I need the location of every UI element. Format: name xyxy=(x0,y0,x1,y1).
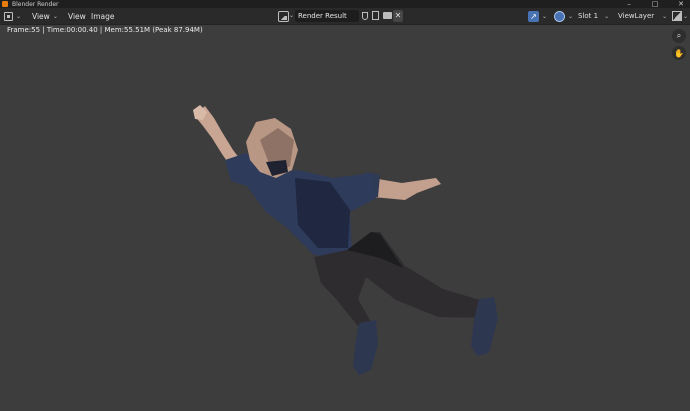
view-mode-dropdown[interactable]: View ⌄ xyxy=(32,10,62,22)
unlink-image-button[interactable]: ✕ xyxy=(393,10,403,22)
chevron-down-icon: ⌄ xyxy=(16,12,22,20)
render-slot-label: Slot 1 xyxy=(578,12,599,20)
chevron-down-icon: ⌄ xyxy=(289,12,295,19)
blender-logo-icon xyxy=(2,1,8,7)
menu-image[interactable]: Image xyxy=(91,10,115,22)
window-titlebar: Blender Render – □ ✕ xyxy=(0,0,690,8)
alpha-display-icon xyxy=(672,11,682,21)
menu-image-label: Image xyxy=(91,11,115,21)
editor-type-selector[interactable]: ⌄ xyxy=(4,10,30,22)
image-name-field[interactable]: Render Result xyxy=(295,10,359,22)
pan-hand-icon: ✋ xyxy=(674,48,684,58)
window-title: Blender Render xyxy=(12,0,59,8)
image-datablock-selector: ⌄ Render Result ✕ xyxy=(278,10,403,22)
image-editor-header: ⌄ View ⌄ View Image ⌄ Render Result ✕ ↗ … xyxy=(0,8,690,25)
open-folder-icon[interactable] xyxy=(383,12,392,19)
zoom-view-button[interactable]: ⌕ xyxy=(672,29,686,43)
display-channels-button[interactable]: ↗ ⌄ xyxy=(528,10,550,22)
new-image-icon[interactable] xyxy=(372,11,379,20)
close-window-button[interactable]: ✕ xyxy=(676,0,686,8)
chevron-down-icon: ⌄ xyxy=(604,12,610,20)
menu-view-label: View xyxy=(68,11,86,21)
cursor-tool-icon: ↗ xyxy=(528,10,539,22)
view-layer-label: ViewLayer xyxy=(618,12,655,20)
zoom-magnifier-icon: ⌕ xyxy=(676,31,682,40)
view-layer-dropdown[interactable]: ViewLayer ⌄ xyxy=(614,10,668,22)
chevron-down-icon: ⌄ xyxy=(568,12,574,20)
window-controls: – □ ✕ xyxy=(624,0,686,8)
render-slot-dropdown[interactable]: Slot 1 ⌄ xyxy=(578,10,614,22)
display-mode-button[interactable]: ⌄ xyxy=(672,10,688,22)
view-mode-label: View xyxy=(32,11,50,21)
pan-view-button[interactable]: ✋ xyxy=(672,46,686,60)
overlay-toggle-button[interactable]: ⌄ xyxy=(554,10,576,22)
menu-view[interactable]: View xyxy=(68,10,86,22)
render-stats-text: Frame:55 | Time:00:00.40 | Mem:55.51M (P… xyxy=(7,26,203,34)
chevron-down-icon: ⌄ xyxy=(662,12,668,20)
minimize-button[interactable]: – xyxy=(624,0,634,8)
chevron-down-icon: ⌄ xyxy=(52,12,58,20)
overlay-circle-icon xyxy=(554,10,565,22)
image-browse-icon[interactable] xyxy=(278,10,289,22)
fake-user-shield-icon[interactable] xyxy=(362,12,368,20)
maximize-button[interactable]: □ xyxy=(650,0,660,8)
render-viewport[interactable] xyxy=(0,25,690,411)
chevron-down-icon: ⌄ xyxy=(682,12,688,20)
chevron-down-icon: ⌄ xyxy=(542,12,548,20)
image-editor-icon xyxy=(4,11,13,21)
